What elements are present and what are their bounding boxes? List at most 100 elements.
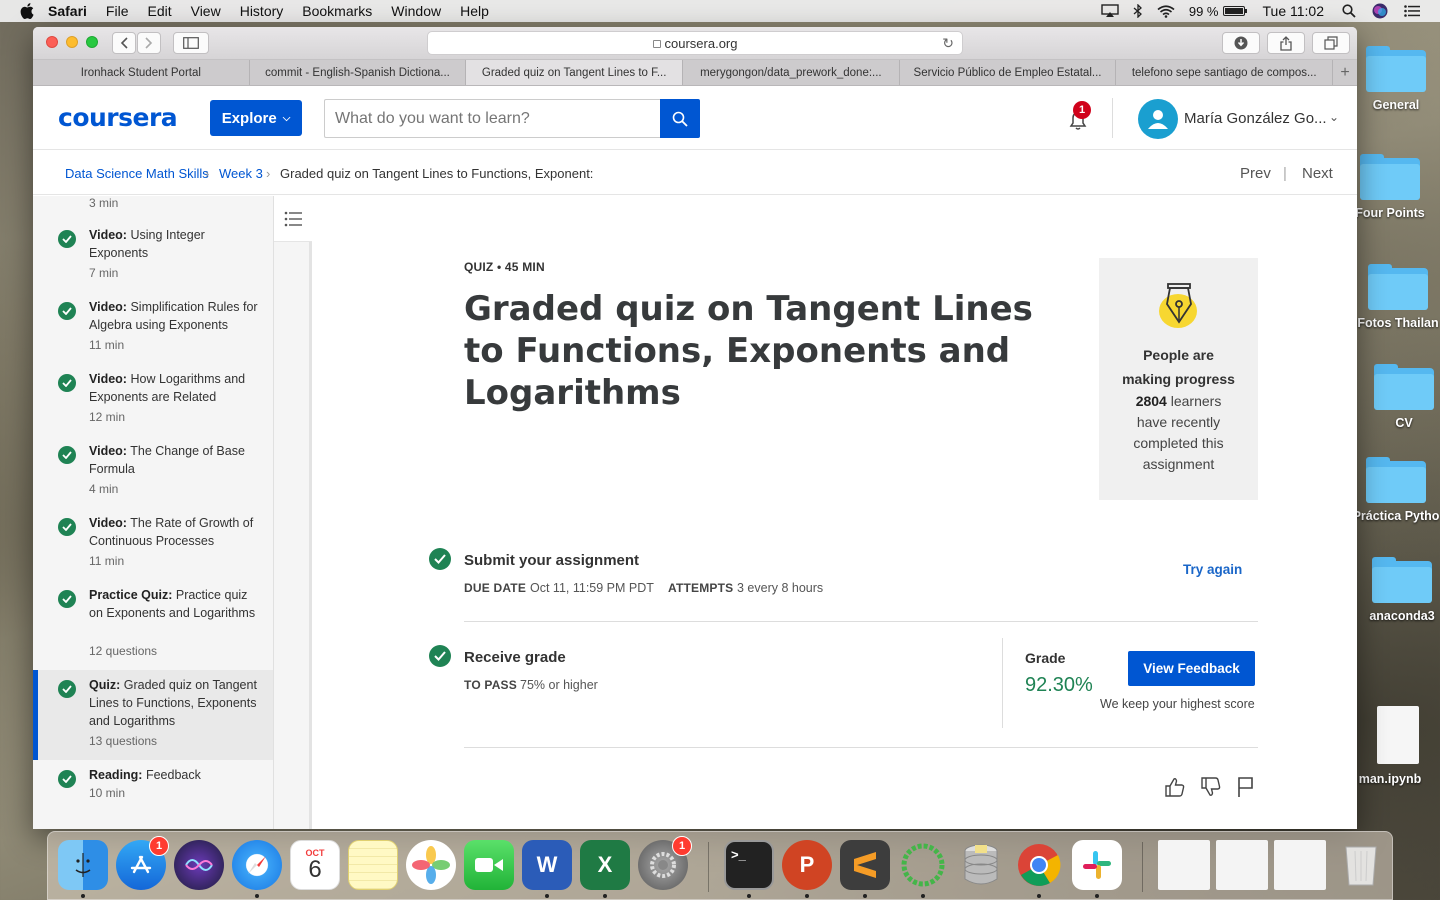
- breadcrumb-week[interactable]: Week 3: [219, 166, 263, 181]
- zoom-window-button[interactable]: [86, 36, 98, 48]
- menu-view[interactable]: View: [191, 3, 221, 19]
- search-button[interactable]: [660, 99, 700, 138]
- anaconda-navigator-icon[interactable]: [898, 840, 948, 890]
- terminal-app-icon[interactable]: >_: [724, 840, 774, 890]
- explore-button[interactable]: Explore ⌵: [210, 100, 302, 136]
- divider: [464, 621, 1258, 622]
- photos-app-icon[interactable]: [406, 840, 456, 890]
- thumbs-up-icon[interactable]: [1164, 776, 1186, 798]
- address-bar[interactable]: coursera.org ↻: [427, 31, 963, 55]
- desktop-folder-anaconda3[interactable]: anaconda3: [1358, 557, 1440, 623]
- sublime-text-icon[interactable]: [840, 840, 890, 890]
- new-tab-button[interactable]: +: [1333, 60, 1357, 85]
- excel-app-icon[interactable]: X: [580, 840, 630, 890]
- wifi-icon[interactable]: [1157, 4, 1175, 18]
- desktop-icon-label: Fotos Thailan: [1357, 316, 1439, 330]
- flag-icon[interactable]: [1236, 776, 1256, 798]
- next-link[interactable]: Next: [1302, 165, 1333, 182]
- apple-menu-icon[interactable]: [20, 3, 34, 19]
- minimize-window-button[interactable]: [66, 36, 78, 48]
- browser-tab[interactable]: merygongon/data_prework_done:...: [683, 60, 900, 85]
- desktop-folder-practica-python[interactable]: Práctica Pytho: [1352, 457, 1440, 523]
- desktop-file-ipynb[interactable]: man.ipynb: [1346, 706, 1434, 786]
- menu-file[interactable]: File: [106, 3, 129, 19]
- check-circle-icon: [58, 374, 76, 392]
- username[interactable]: María González Go...: [1184, 110, 1327, 127]
- menu-app-safari[interactable]: Safari: [48, 3, 87, 19]
- avatar[interactable]: [1138, 99, 1178, 139]
- download-icon: [1234, 36, 1248, 50]
- facetime-app-icon[interactable]: [464, 840, 514, 890]
- search-input[interactable]: [324, 99, 660, 138]
- menu-edit[interactable]: Edit: [147, 3, 171, 19]
- safari-app-icon[interactable]: [232, 840, 282, 890]
- view-feedback-button[interactable]: View Feedback: [1128, 651, 1255, 686]
- back-button[interactable]: [112, 32, 136, 54]
- calendar-app-icon[interactable]: OCT 6: [290, 840, 340, 890]
- menu-history[interactable]: History: [240, 3, 284, 19]
- minimized-window-thumbnail[interactable]: [1158, 840, 1210, 890]
- sidebar-item[interactable]: Video: Using Integer Exponents 7 min: [33, 220, 273, 292]
- finder-app-icon[interactable]: [58, 840, 108, 890]
- chevron-down-icon: ⌵: [282, 112, 291, 124]
- thumbs-down-icon[interactable]: [1200, 776, 1222, 798]
- bluetooth-icon[interactable]: [1133, 4, 1143, 18]
- siri-icon[interactable]: [1372, 3, 1388, 19]
- downloads-button[interactable]: [1222, 32, 1260, 54]
- tab-overview-button[interactable]: [1312, 32, 1350, 54]
- menu-bookmarks[interactable]: Bookmarks: [302, 3, 372, 19]
- desktop-folder-cv[interactable]: CV: [1360, 364, 1440, 430]
- check-circle-icon: [58, 230, 76, 248]
- try-again-button[interactable]: Try again: [1183, 562, 1242, 577]
- coursera-logo[interactable]: coursera: [58, 103, 178, 132]
- chevron-right-icon: ›: [266, 166, 271, 181]
- sequel-db-app-icon[interactable]: [956, 840, 1006, 890]
- slack-app-icon[interactable]: [1072, 840, 1122, 890]
- share-icon: [1280, 35, 1292, 51]
- trash-icon[interactable]: [1336, 840, 1386, 890]
- browser-tab[interactable]: commit - English-Spanish Dictiona...: [250, 60, 467, 85]
- sidebar-toggle-button[interactable]: [173, 32, 209, 54]
- outline-toggle-button[interactable]: [274, 196, 312, 242]
- siri-app-icon[interactable]: [174, 840, 224, 890]
- forward-button[interactable]: [137, 32, 161, 54]
- menu-help[interactable]: Help: [460, 3, 489, 19]
- desktop-icon-label: General: [1372, 98, 1420, 112]
- sidebar-item[interactable]: Video: How Logarithms and Exponents are …: [33, 364, 273, 436]
- sidebar-item[interactable]: Reading: Feedback 10 min: [33, 760, 273, 829]
- sidebar-item[interactable]: Practice Quiz: Practice quiz on Exponent…: [33, 580, 273, 670]
- progress-heading: People are making progress: [1122, 347, 1235, 387]
- breadcrumb-course[interactable]: Data Science Math Skills: [65, 166, 209, 181]
- word-app-icon[interactable]: W: [522, 840, 572, 890]
- share-button[interactable]: [1267, 32, 1305, 54]
- menu-window[interactable]: Window: [391, 3, 441, 19]
- minimized-window-thumbnail[interactable]: [1274, 840, 1326, 890]
- reload-icon[interactable]: ↻: [942, 35, 954, 52]
- airplay-icon[interactable]: [1101, 4, 1119, 18]
- prev-link[interactable]: Prev: [1240, 165, 1271, 182]
- powerpoint-app-icon[interactable]: P: [782, 840, 832, 890]
- clock[interactable]: Tue 11:02: [1263, 3, 1325, 19]
- battery-status[interactable]: 99 %: [1189, 4, 1247, 19]
- notification-center-icon[interactable]: [1404, 5, 1420, 17]
- browser-tab[interactable]: Ironhack Student Portal: [33, 60, 250, 85]
- sidebar-item[interactable]: Video: The Change of Base Formula 4 min: [33, 436, 273, 508]
- sidebar-item[interactable]: Video: The Rate of Growth of Continuous …: [33, 508, 273, 580]
- spotlight-search-icon[interactable]: [1342, 4, 1356, 18]
- browser-tab-active[interactable]: Graded quiz on Tangent Lines to F...: [466, 60, 684, 85]
- sidebar-item[interactable]: Video: Simplification Rules for Algebra …: [33, 292, 273, 364]
- pen-nib-icon: [1158, 283, 1197, 328]
- minimized-window-thumbnail[interactable]: [1216, 840, 1268, 890]
- sidebar-item-active[interactable]: Quiz: Graded quiz on Tangent Lines to Fu…: [33, 670, 273, 760]
- desktop-folder-fotos-thailan[interactable]: Fotos Thailan: [1354, 264, 1440, 330]
- sidebar-item-title: Video: The Rate of Growth of Continuous …: [89, 516, 254, 548]
- desktop-folder-four-points[interactable]: Four Points: [1346, 154, 1434, 220]
- desktop-folder-general[interactable]: General: [1352, 46, 1440, 112]
- close-window-button[interactable]: [46, 36, 58, 48]
- browser-tab[interactable]: Servicio Público de Empleo Estatal...: [900, 60, 1117, 85]
- chevron-down-icon[interactable]: ⌄: [1329, 110, 1339, 124]
- browser-tab[interactable]: telefono sepe santiago de compos...: [1116, 60, 1334, 85]
- chrome-app-icon[interactable]: [1014, 840, 1064, 890]
- notes-app-icon[interactable]: [348, 840, 398, 890]
- to-pass-value: 75% or higher: [520, 678, 598, 692]
